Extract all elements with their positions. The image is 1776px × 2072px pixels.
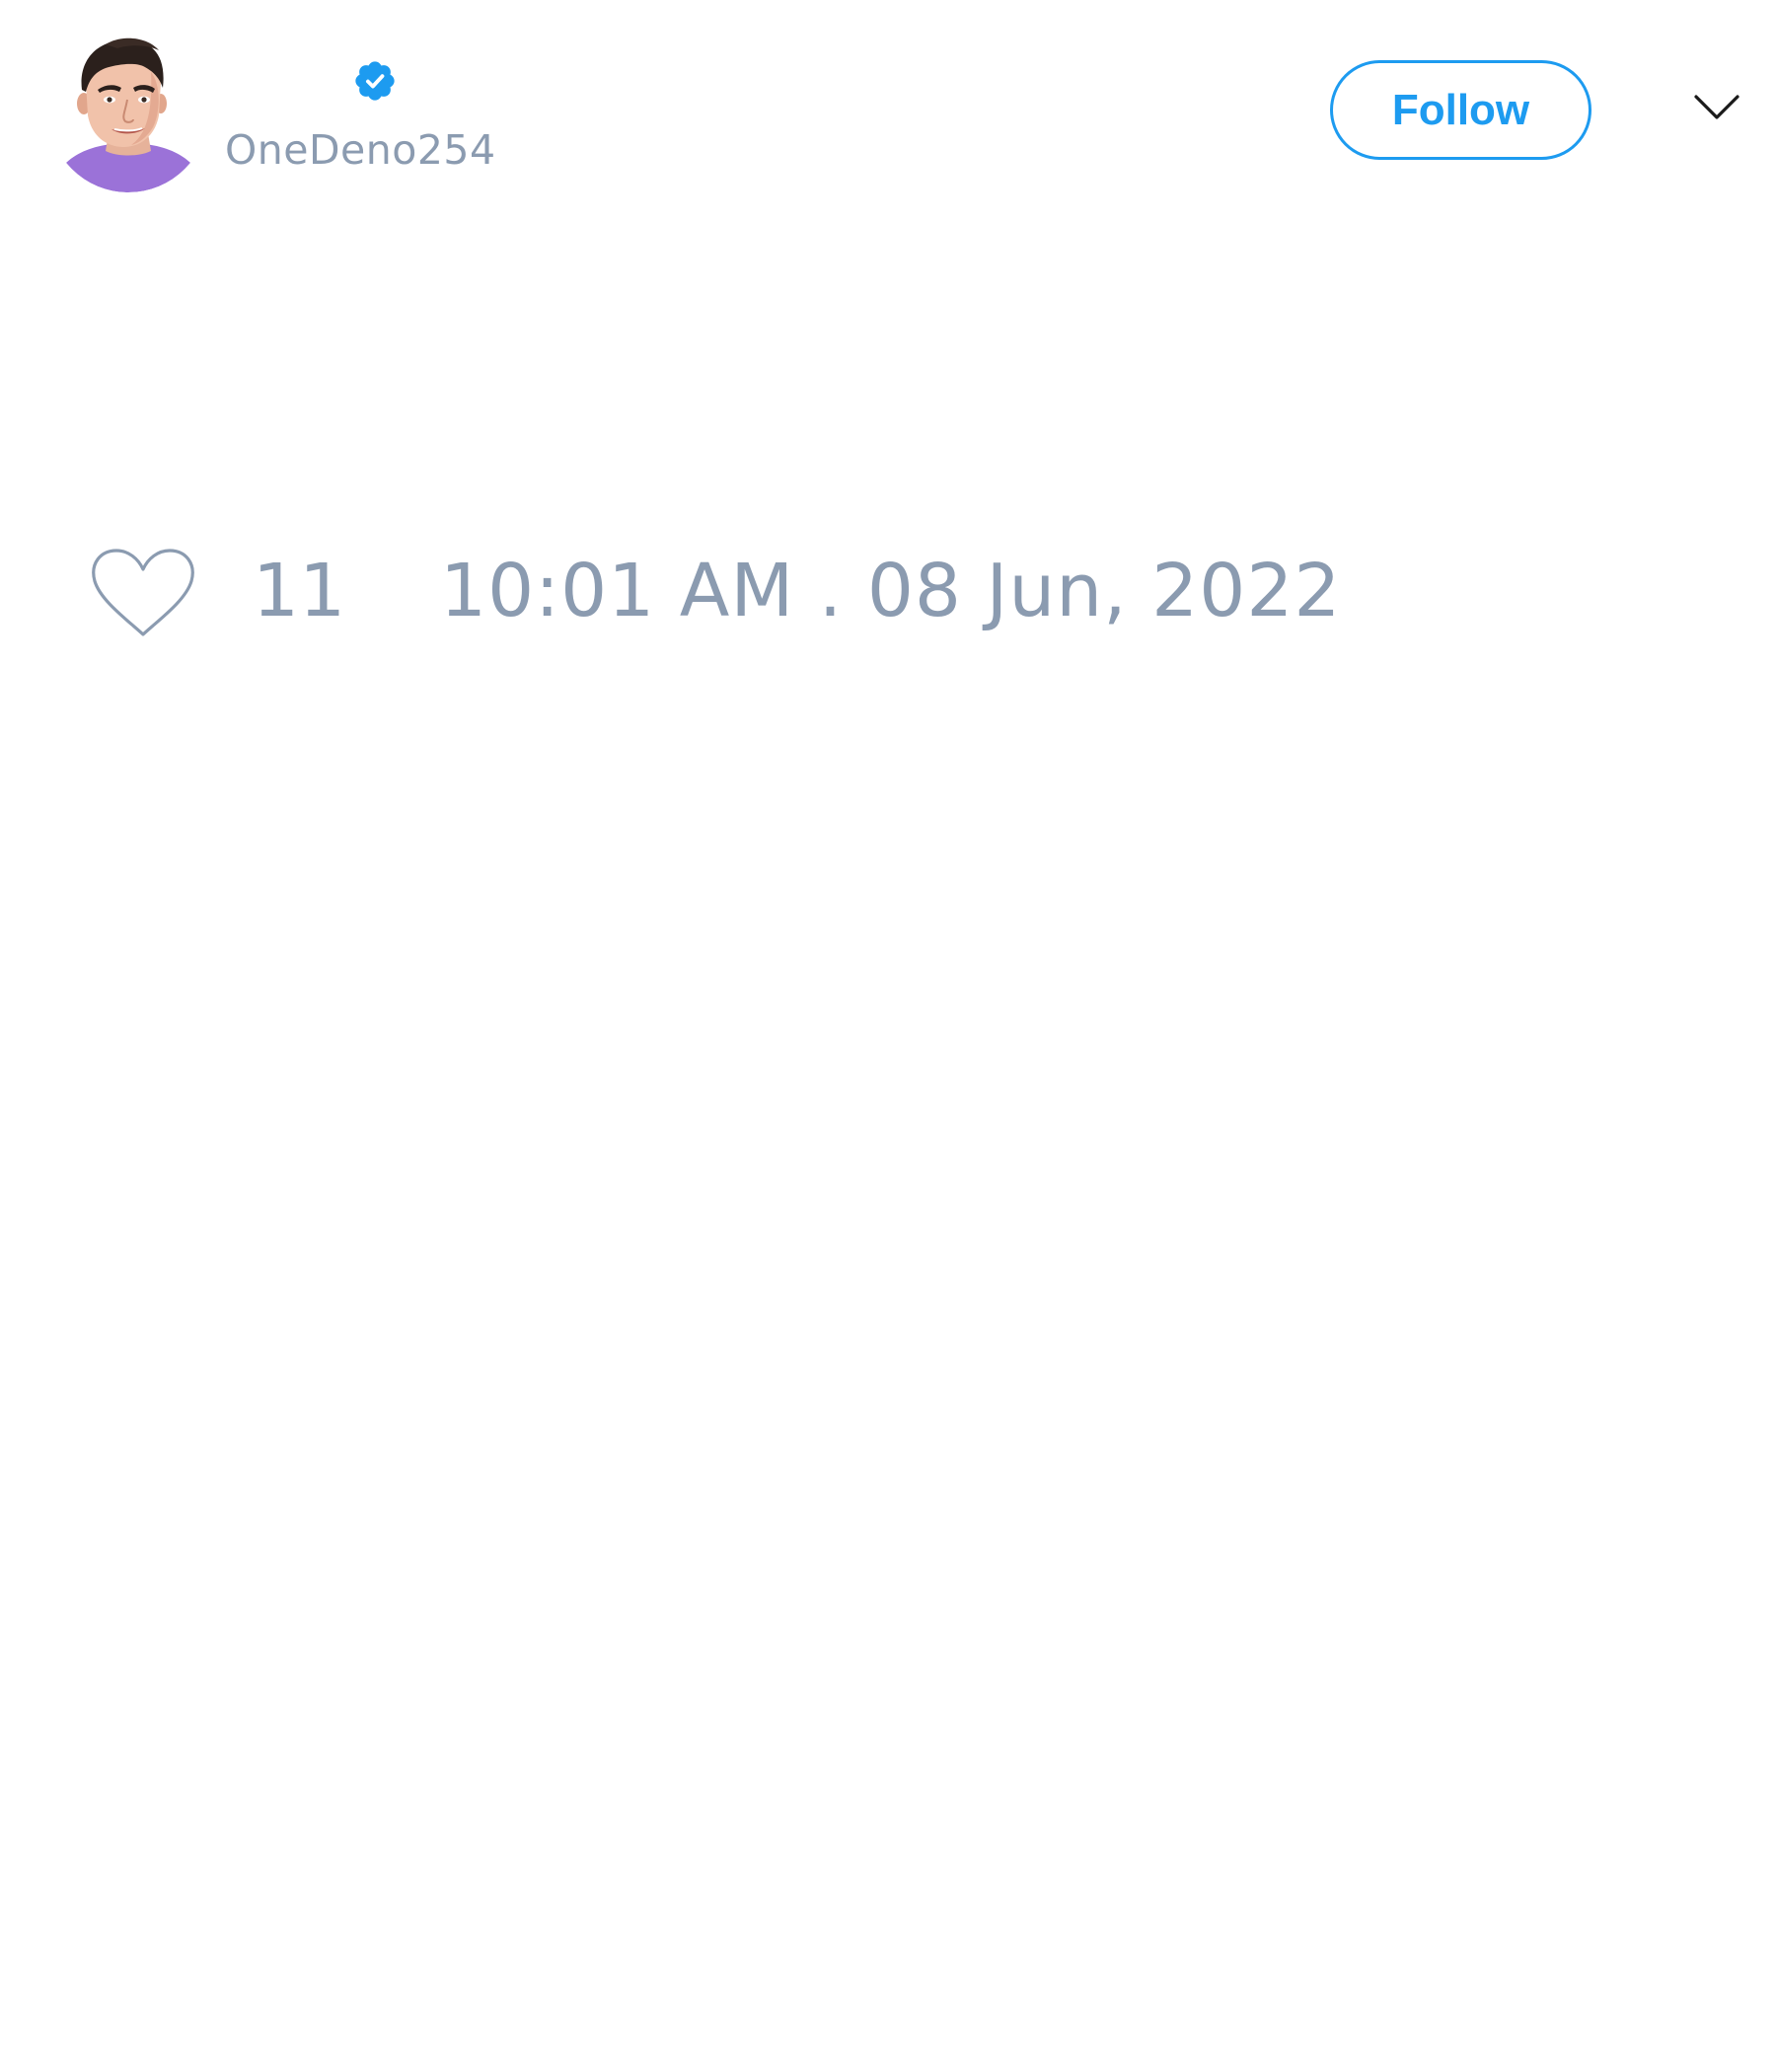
tweet-footer: 11 10:01 AM . 08 Jun, 2022: [0, 538, 1776, 646]
tweet-timestamp[interactable]: 10:01 AM . 08 Jun, 2022: [440, 549, 1342, 633]
avatar-illustration: [48, 33, 208, 192]
chevron-down-icon[interactable]: [1693, 93, 1740, 122]
like-count: 11: [253, 549, 346, 633]
heart-outline-icon[interactable]: [89, 546, 197, 640]
tweet-body: [0, 217, 1776, 533]
author-avatar[interactable]: [48, 33, 208, 192]
verified-badge-icon: [352, 58, 398, 104]
follow-button[interactable]: Follow: [1330, 60, 1591, 160]
author-handle[interactable]: OneDeno254: [225, 125, 496, 175]
tweet-header: OneDeno254 Follow: [0, 0, 1776, 217]
